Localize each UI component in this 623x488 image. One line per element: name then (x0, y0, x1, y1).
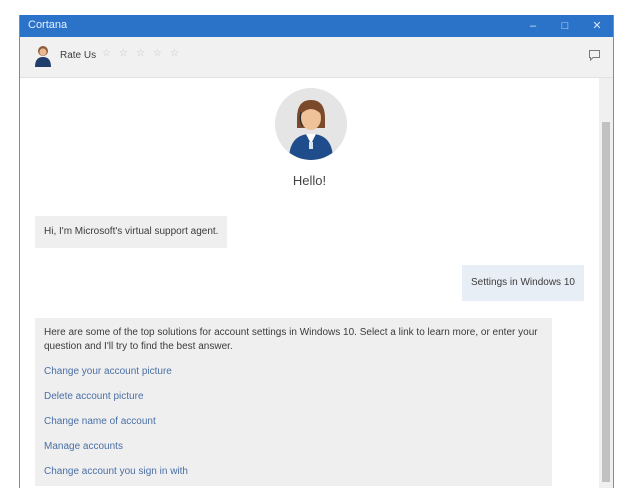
chat-area: Hello! Hi, I'm Microsoft's virtual suppo… (20, 78, 599, 488)
link-change-account-picture[interactable]: Change your account picture (44, 365, 543, 379)
star-icon[interactable]: ☆ (119, 48, 128, 59)
agent-avatar-icon (275, 88, 347, 160)
star-icon[interactable]: ☆ (170, 48, 179, 59)
bot-solutions-message: Here are some of the top solutions for a… (35, 318, 552, 486)
feedback-icon[interactable] (588, 49, 601, 62)
star-rating[interactable]: ☆ ☆ ☆ ☆ ☆ (102, 48, 179, 59)
bot-message: Hi, I'm Microsoft's virtual support agen… (35, 216, 228, 248)
rate-us-label: Rate Us (60, 50, 97, 61)
link-change-account-name[interactable]: Change name of account (44, 415, 543, 429)
title-bar[interactable]: Cortana – □ ✕ (20, 15, 613, 37)
agent-avatar (275, 88, 347, 160)
close-button[interactable]: ✕ (581, 15, 613, 37)
scrollbar[interactable] (599, 78, 613, 488)
star-icon[interactable]: ☆ (153, 48, 162, 59)
greeting-heading: Hello! (292, 173, 327, 188)
agent-mini-avatar-icon (35, 46, 51, 67)
link-delete-account-picture[interactable]: Delete account picture (44, 390, 543, 404)
user-message: Settings in Windows 10 (462, 265, 584, 301)
scrollbar-thumb[interactable] (602, 122, 610, 482)
link-manage-accounts[interactable]: Manage accounts (44, 440, 543, 454)
window-title: Cortana (28, 19, 68, 31)
rating-toolbar: Rate Us ☆ ☆ ☆ ☆ ☆ (20, 37, 613, 78)
star-icon[interactable]: ☆ (102, 48, 111, 59)
maximize-button[interactable]: □ (549, 15, 581, 37)
link-change-sign-in-account[interactable]: Change account you sign in with (44, 465, 543, 479)
minimize-button[interactable]: – (517, 15, 549, 37)
star-icon[interactable]: ☆ (136, 48, 145, 59)
solutions-text: Here are some of the top solutions for a… (44, 327, 538, 352)
cortana-window: Cortana – □ ✕ Rate Us ☆ ☆ ☆ ☆ ☆ Hello! H… (19, 15, 614, 488)
